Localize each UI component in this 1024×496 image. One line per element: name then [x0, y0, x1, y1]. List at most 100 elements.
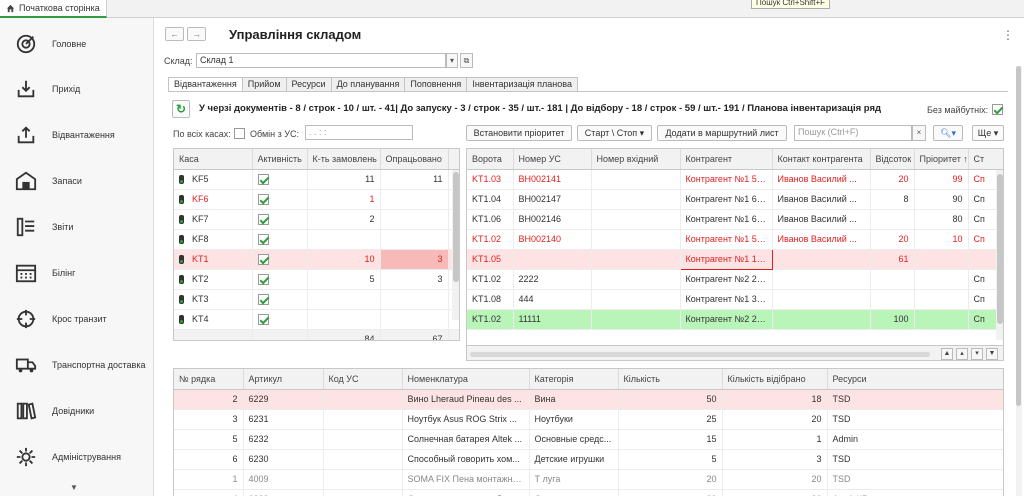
- picked-col-header[interactable]: Кількість відібрано: [722, 369, 828, 390]
- docs-scrollbar[interactable]: [996, 170, 1003, 340]
- table-row[interactable]: 46228 Ополаскиватель для бель...Средства …: [174, 489, 1003, 496]
- clear-search-icon[interactable]: ×: [912, 125, 926, 141]
- next-row-icon[interactable]: ▾: [971, 348, 983, 360]
- sidebar-item-directories[interactable]: Довідники: [0, 391, 154, 431]
- table-row[interactable]: KF5 11 11: [174, 169, 459, 190]
- tab-planning[interactable]: До планування: [331, 77, 406, 92]
- sidebar-item-shipment[interactable]: Відвантаження: [0, 115, 154, 155]
- activity-check-icon[interactable]: [257, 313, 269, 325]
- line-no-col-header[interactable]: № рядка: [174, 369, 244, 390]
- kasa-scrollbar[interactable]: [452, 170, 459, 320]
- orders-col-header[interactable]: К-ть замовлень: [307, 149, 381, 170]
- tab-shipment[interactable]: Відвантаження: [168, 77, 243, 92]
- sidebar-item-billing[interactable]: Білінг: [0, 253, 154, 293]
- search-input[interactable]: Пошук (Ctrl+F): [794, 125, 912, 141]
- resources-cell: TSD: [827, 449, 1003, 470]
- home-tab[interactable]: Початкова сторінка: [0, 0, 107, 18]
- more-button[interactable]: Ще ▾: [972, 125, 1004, 141]
- sidebar-item-reports[interactable]: Звіти: [0, 207, 154, 247]
- category-col-header[interactable]: Категорія: [529, 369, 619, 390]
- sidebar-item-transport[interactable]: Транспортна доставка: [0, 345, 154, 385]
- exchange-date-field[interactable]: . . : :: [305, 125, 413, 140]
- sidebar-item-income[interactable]: Прихід: [0, 69, 154, 109]
- activity-check-icon[interactable]: [257, 293, 269, 305]
- table-row[interactable]: KT1.02 2222 Контрагент №2 230 Сп: [467, 269, 1003, 290]
- qty-cell: 50: [618, 389, 723, 410]
- table-row[interactable]: KT2 5 3: [174, 269, 459, 290]
- last-row-icon[interactable]: ▼: [986, 348, 998, 360]
- sidebar-item-admin[interactable]: Адміністрування: [0, 437, 154, 477]
- table-row[interactable]: KT1.08 444 Контрагент №1 323 Сп: [467, 289, 1003, 310]
- sidebar-item-main[interactable]: Головне: [0, 24, 154, 64]
- percent-cell: 20: [870, 229, 915, 250]
- table-row[interactable]: KT4: [174, 309, 459, 330]
- table-row[interactable]: KF6 1: [174, 189, 459, 210]
- table-row[interactable]: KT3: [174, 289, 459, 310]
- article-col-header[interactable]: Артикул: [243, 369, 324, 390]
- table-row[interactable]: KT1 10 3: [174, 249, 459, 270]
- qty-col-header[interactable]: Кількість: [618, 369, 723, 390]
- done-col-header[interactable]: Опрацьовано: [380, 149, 449, 170]
- table-row[interactable]: 1 4009 SOMA FIX Пена монтажна... Т луга 20 20…: [174, 469, 1003, 490]
- warehouse-select[interactable]: Склад 1: [196, 53, 446, 68]
- warehouse-dropdown-icon[interactable]: ▾: [446, 53, 458, 68]
- future-checkbox[interactable]: [992, 104, 1003, 115]
- tab-replenishment[interactable]: Поповнення: [405, 77, 468, 92]
- activity-check-icon[interactable]: [257, 233, 269, 245]
- sidebar-scroll-down-icon[interactable]: ▼: [70, 483, 78, 492]
- tab-resources[interactable]: Ресурси: [286, 77, 332, 92]
- forward-button[interactable]: →: [187, 27, 206, 41]
- gate-cell: KT1.08: [467, 289, 514, 310]
- activity-check-icon[interactable]: [257, 173, 269, 185]
- priority-col-header[interactable]: Пріоритет ↑: [914, 149, 969, 170]
- percent-col-header[interactable]: Відсоток: [870, 149, 915, 170]
- sidebar-item-stock[interactable]: Запаси: [0, 161, 154, 201]
- code-col-header[interactable]: Код УС: [323, 369, 403, 390]
- first-row-icon[interactable]: ▲: [941, 348, 953, 360]
- resources-col-header[interactable]: Ресурси: [827, 369, 1003, 390]
- kasa-col-header[interactable]: Каса: [174, 149, 253, 170]
- contact-col-header[interactable]: Контакт контрагента: [772, 149, 871, 170]
- table-row[interactable]: 6 6230 Способный говорить хом... Детские иг…: [174, 449, 1003, 470]
- activity-check-icon[interactable]: [257, 213, 269, 225]
- more-menu-icon[interactable]: ⋮: [1002, 28, 1014, 42]
- us-col-header[interactable]: Номер УС: [513, 149, 592, 170]
- table-row[interactable]: KT1.05 Контрагент №1 107 61: [467, 248, 1003, 270]
- incoming-col-header[interactable]: Номер вхідний: [591, 149, 681, 170]
- table-row[interactable]: KT1.03 BH002141 Контрагент №1 532 Иванов Ва…: [467, 169, 1003, 190]
- tab-inventory[interactable]: Інвентаризація планова: [467, 77, 578, 92]
- docs-hscrollbar[interactable]: [470, 352, 930, 357]
- table-row[interactable]: KT1.04 BH002147 Контрагент №1 615 Иванов Ва…: [467, 189, 1003, 210]
- activity-check-icon[interactable]: [257, 273, 269, 285]
- refresh-button[interactable]: ↻: [172, 100, 190, 118]
- gate-cell: KT1.02: [467, 309, 514, 330]
- prev-row-icon[interactable]: ▴: [956, 348, 968, 360]
- table-row[interactable]: KT1.02 BH002140 Контрагент №1 531 Иванов Ва…: [467, 229, 1003, 250]
- table-row[interactable]: KT1.06 BH002146 Контрагент №1 639 Иванов Ва…: [467, 209, 1003, 230]
- status-col-header[interactable]: Ст: [968, 149, 1003, 170]
- tab-receiving[interactable]: Прийом: [242, 77, 287, 92]
- page-scrollbar[interactable]: [1016, 66, 1022, 496]
- table-row[interactable]: 2 6229 Вино Lheraud Pineau des ... Вина 50 18…: [174, 389, 1003, 410]
- open-warehouse-icon[interactable]: ⧉: [460, 53, 473, 68]
- activity-check-icon[interactable]: [257, 193, 269, 205]
- nomenclature-col-header[interactable]: Номенклатура: [402, 369, 530, 390]
- table-row[interactable]: 5 6232 Солнечная батарея Altek ... Основные…: [174, 429, 1003, 450]
- agent-col-header[interactable]: Контрагент: [680, 149, 773, 170]
- sidebar-item-cross-transit[interactable]: Крос транзит: [0, 299, 154, 339]
- table-row[interactable]: KT1.02 11111 Контрагент №2 230 100 Сп: [467, 309, 1003, 330]
- percent-cell: [870, 209, 915, 230]
- back-button[interactable]: ←: [165, 27, 184, 41]
- table-row[interactable]: 3 6231 Ноутбук Asus ROG Strix ... Ноутбуки 2…: [174, 409, 1003, 430]
- search-button[interactable]: 🔍︎▾: [933, 125, 963, 141]
- activity-col-header[interactable]: Активність: [252, 149, 308, 170]
- start-stop-button[interactable]: Старт \ Стоп ▾: [577, 125, 652, 141]
- gate-col-header[interactable]: Ворота: [467, 149, 514, 170]
- add-route-button[interactable]: Додати в маршрутний лист: [657, 125, 787, 141]
- activity-check-icon[interactable]: [257, 253, 269, 265]
- table-row[interactable]: KF8: [174, 229, 459, 250]
- agent-cell: Контрагент №1 107: [679, 248, 773, 270]
- set-priority-button[interactable]: Встановити пріоритет: [466, 125, 572, 141]
- all-cash-checkbox[interactable]: [234, 128, 245, 139]
- table-row[interactable]: KF7 2: [174, 209, 459, 230]
